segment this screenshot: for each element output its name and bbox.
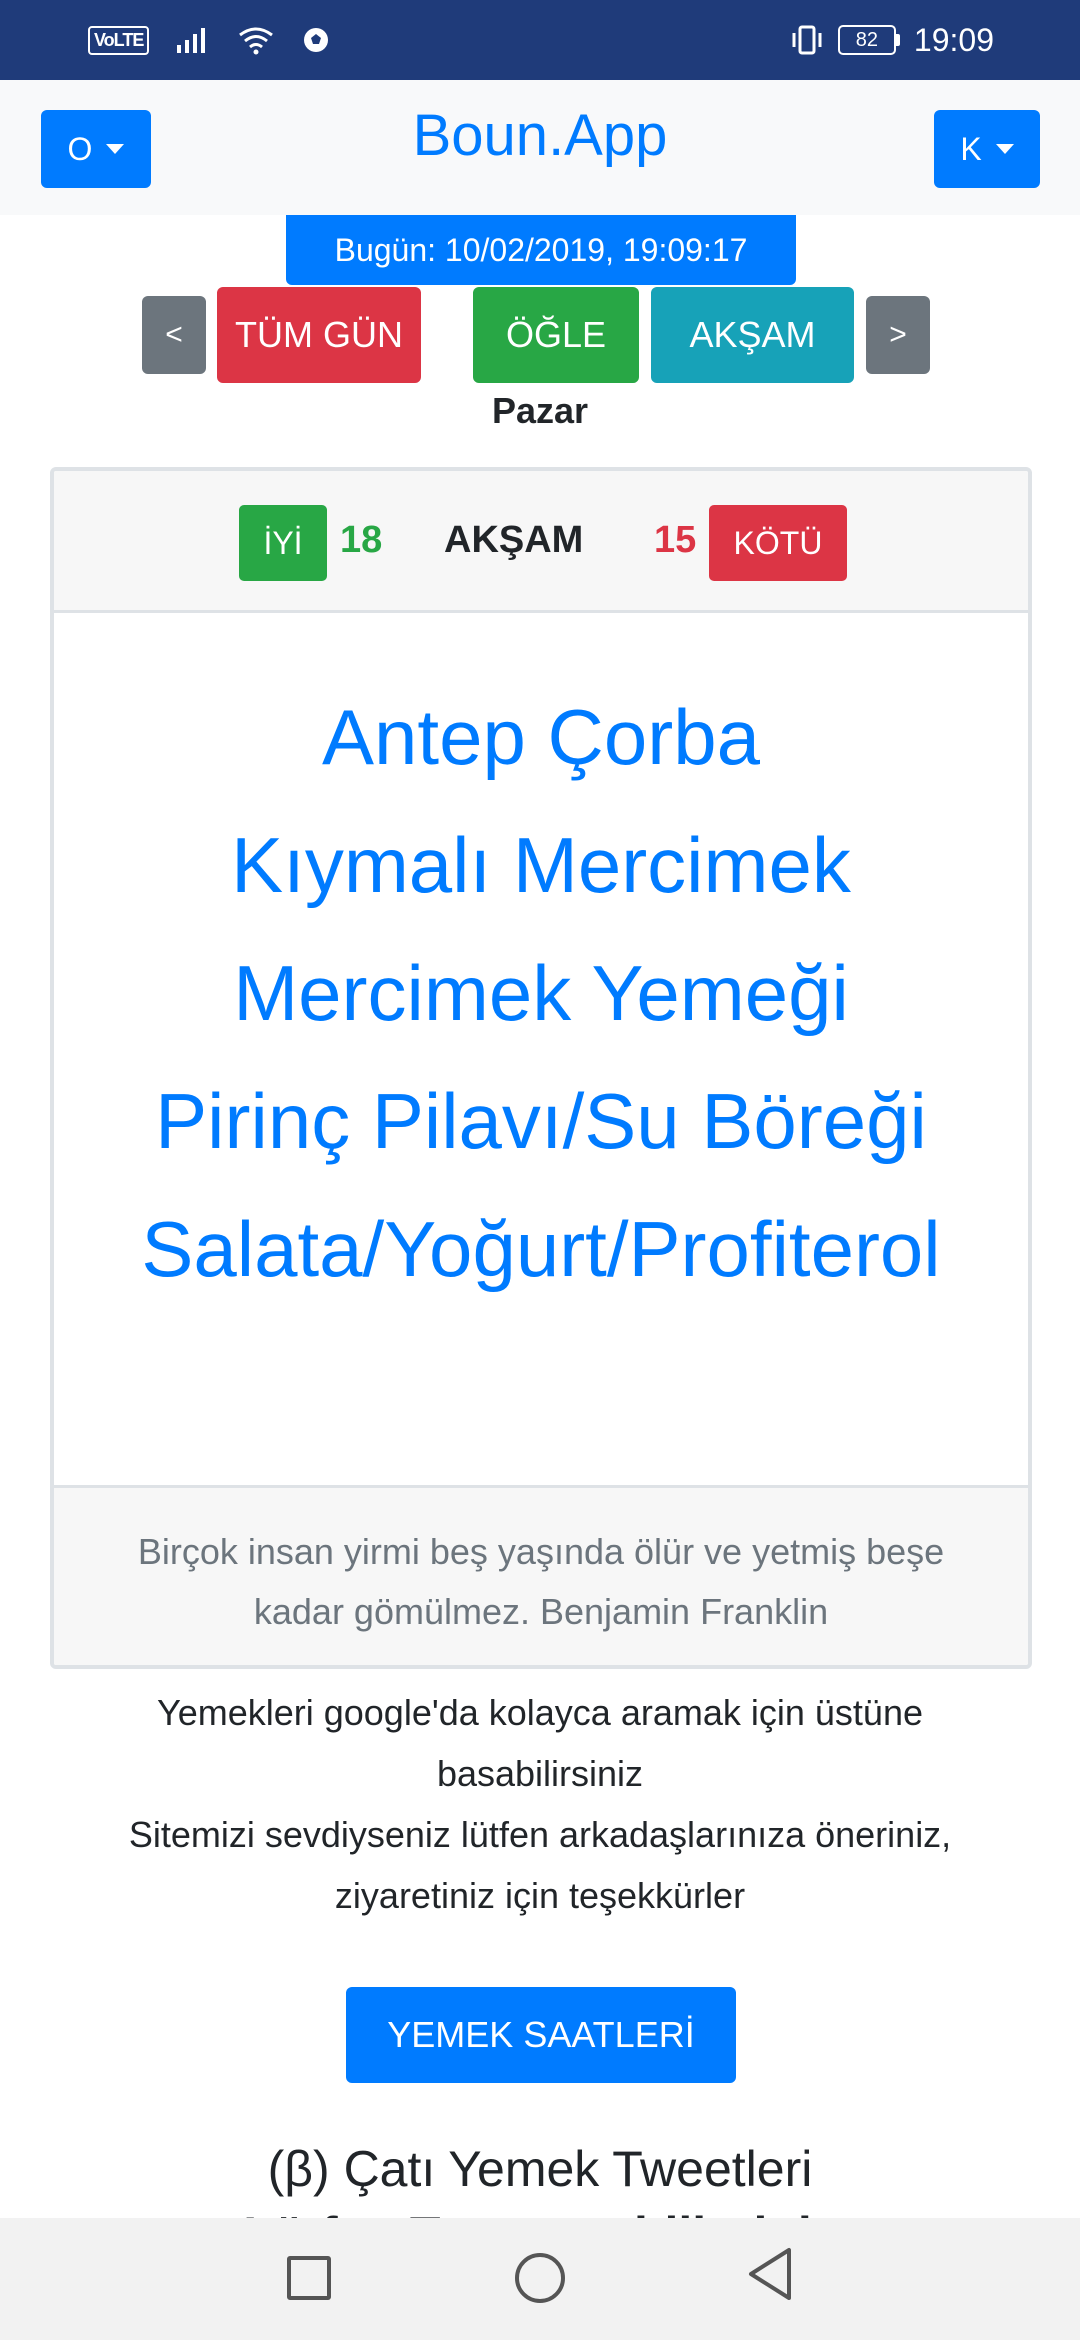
info-line-search: Yemekleri google'da kolayca aramak için …: [157, 1692, 923, 1794]
menu-item[interactable]: Salata/Yoğurt/Profiterol: [54, 1185, 1028, 1313]
ball-icon: [304, 28, 329, 52]
quote-footer: Birçok insan yirmi beş yaşında ölür ve y…: [54, 1485, 1028, 1665]
prev-day-button[interactable]: <: [142, 296, 206, 374]
chevron-down-icon: [995, 144, 1014, 154]
wifi-icon: [239, 27, 274, 55]
noon-button[interactable]: ÖĞLE: [473, 287, 639, 383]
info-line-thanks: Sitemizi sevdiyseniz lütfen arkadaşların…: [128, 1814, 952, 1916]
vibrate-icon: [792, 25, 822, 55]
clock: 19:09: [913, 21, 994, 58]
menu-item[interactable]: Kıymalı Mercimek: [54, 801, 1028, 929]
menu-card: İYİ 18 AKŞAM 15 KÖTÜ Antep Çorba Kıymalı…: [50, 467, 1032, 1669]
status-bar: VoLTE 82 19:09: [0, 0, 1080, 80]
status-right-icons: 82 19:09: [790, 20, 994, 60]
meal-title: AKŞAM: [444, 519, 584, 561]
brand-title[interactable]: Boun.App: [0, 102, 1080, 169]
meal-hours-button[interactable]: YEMEK SAATLERİ: [346, 1987, 736, 2083]
all-day-button[interactable]: TÜM GÜN: [217, 287, 421, 383]
back-icon[interactable]: [745, 2246, 795, 2302]
evening-button[interactable]: AKŞAM: [651, 287, 854, 383]
card-header: İYİ 18 AKŞAM 15 KÖTÜ: [54, 471, 1028, 613]
signal-icon: [177, 28, 206, 53]
menu-list: Antep Çorba Kıymalı Mercimek Mercimek Ye…: [54, 613, 1028, 1493]
volte-icon: VoLTE: [88, 25, 150, 55]
bad-vote-button[interactable]: KÖTÜ: [709, 505, 847, 581]
next-day-button[interactable]: >: [866, 296, 930, 374]
right-dropdown-button[interactable]: K: [934, 110, 1040, 188]
battery-level: 82: [837, 25, 896, 55]
recents-icon[interactable]: [287, 2256, 331, 2300]
home-icon[interactable]: [515, 2253, 565, 2303]
day-name: Pazar: [491, 390, 589, 431]
info-text: Yemekleri google'da kolayca aramak için …: [60, 1682, 1020, 1926]
bad-count: 15: [654, 519, 697, 561]
good-count: 18: [340, 519, 383, 561]
right-dropdown-label: K: [960, 130, 982, 167]
app-navbar: O Boun.App K: [0, 80, 1080, 215]
status-left-icons: VoLTE: [88, 20, 331, 60]
menu-item[interactable]: Pirinç Pilavı/Su Böreği: [54, 1057, 1028, 1185]
meal-button-row: < TÜM GÜN ÖĞLE AKŞAM >: [0, 287, 1080, 383]
menu-item[interactable]: Mercimek Yemeği: [54, 929, 1028, 1057]
date-badge: Bugün: 10/02/2019, 19:09:17: [286, 215, 796, 285]
system-nav-bar: [0, 2218, 1080, 2340]
tweets-title: (β) Çatı Yemek Tweetleri: [267, 2141, 813, 2197]
battery-icon: 82: [837, 25, 900, 55]
menu-item[interactable]: Antep Çorba: [54, 673, 1028, 801]
good-vote-button[interactable]: İYİ: [239, 505, 327, 581]
